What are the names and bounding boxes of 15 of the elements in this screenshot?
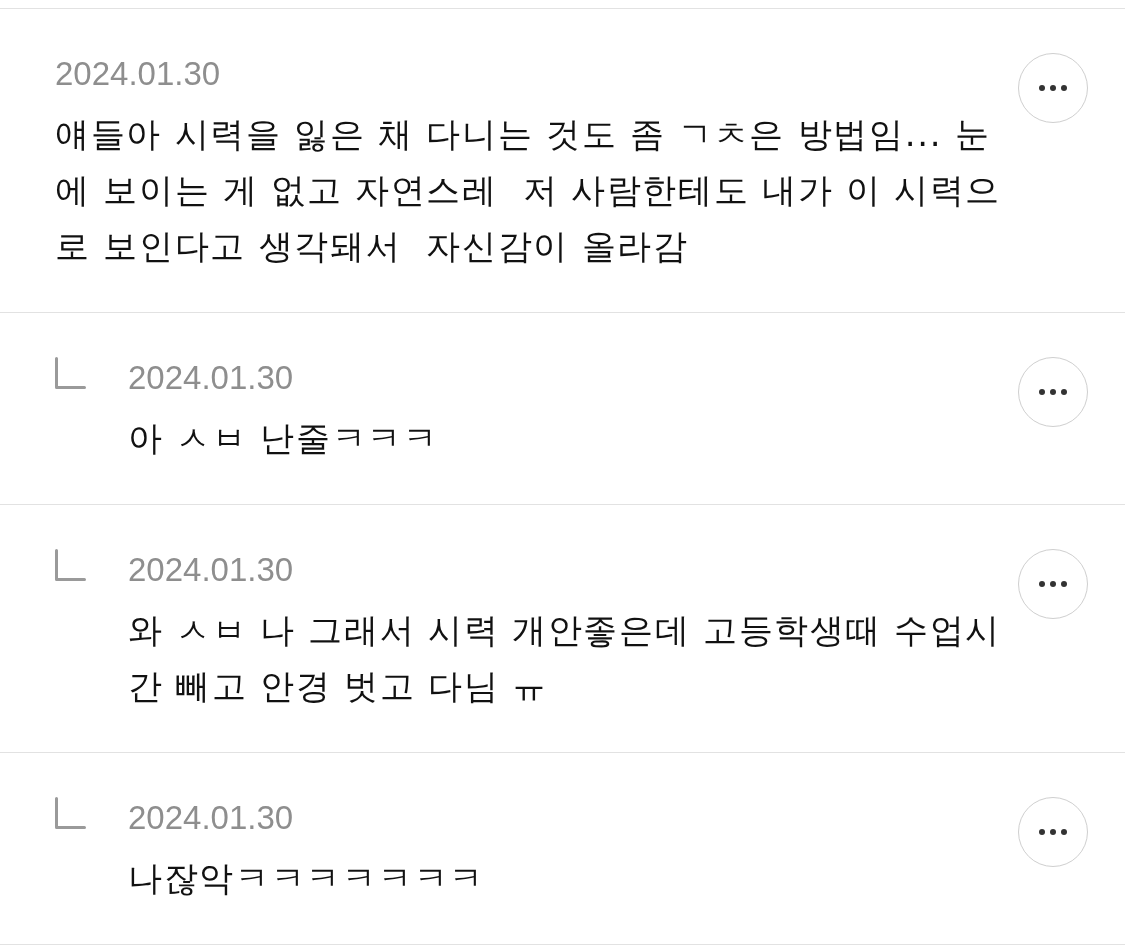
- reply-corner-icon: [55, 357, 86, 389]
- comment-text: 얘들아 시력을 잃은 채 다니는 것도 좀 ㄱㅊ은 방법임... 눈에 보이는 게 없고 자연스레 저 사람한테도 내가 이 시력으로 보인다고 생각돼서 자신감이 올라감: [55, 113, 1003, 268]
- comment-date: 2024.01.30: [128, 550, 295, 590]
- ellipsis-icon: [1039, 581, 1067, 587]
- comment-date: 2024.01.30: [55, 54, 222, 94]
- comment-text: 나잖악ㅋㅋㅋㅋㅋㅋㅋ: [128, 857, 486, 900]
- ellipsis-icon: [1039, 85, 1067, 91]
- reply-corner-icon: [55, 549, 86, 581]
- comment-text: 아 ㅅㅂ 난줄ㅋㅋㅋ: [128, 417, 440, 460]
- comment-date: 2024.01.30: [128, 358, 295, 398]
- comment-text: 와 ㅅㅂ 나 그래서 시력 개안좋은데 고등학생때 수업시간 빼고 안경 벗고 다님 ㅠ: [128, 609, 1002, 708]
- reply-corner-icon: [55, 797, 86, 829]
- ellipsis-icon: [1039, 389, 1067, 395]
- ellipsis-icon: [1039, 829, 1067, 835]
- comment-date: 2024.01.30: [128, 798, 295, 838]
